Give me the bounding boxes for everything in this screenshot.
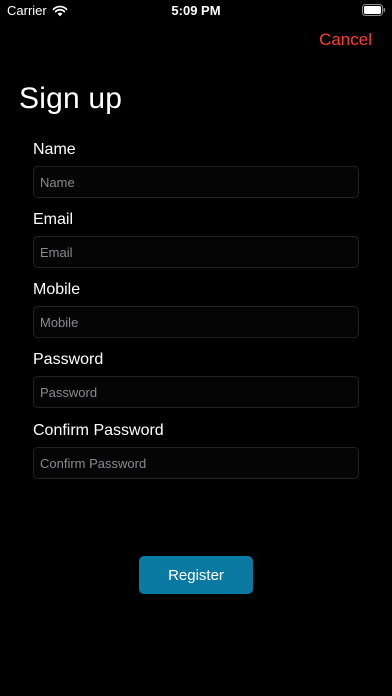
password-field-group: Password <box>33 350 359 408</box>
email-field-group: Email <box>33 210 359 268</box>
battery-icon <box>362 4 386 16</box>
confirm-password-input[interactable] <box>33 447 359 479</box>
clock: 5:09 PM <box>171 3 221 18</box>
mobile-field-group: Mobile <box>33 280 359 338</box>
name-input[interactable] <box>33 166 359 198</box>
confirm-password-label: Confirm Password <box>33 422 164 439</box>
register-button[interactable]: Register <box>139 556 253 594</box>
email-input[interactable] <box>33 236 359 268</box>
confirm-password-field-group: Confirm Password <box>33 421 359 479</box>
page-title: Sign up <box>19 82 123 115</box>
cancel-button[interactable]: Cancel <box>319 30 372 50</box>
mobile-input[interactable] <box>33 306 359 338</box>
name-label: Name <box>33 141 76 158</box>
status-bar: Carrier 5:09 PM <box>0 0 392 22</box>
password-input[interactable] <box>33 376 359 408</box>
password-label: Password <box>33 351 104 368</box>
name-field-group: Name <box>33 140 359 198</box>
mobile-label: Mobile <box>33 281 81 298</box>
email-label: Email <box>33 211 74 228</box>
